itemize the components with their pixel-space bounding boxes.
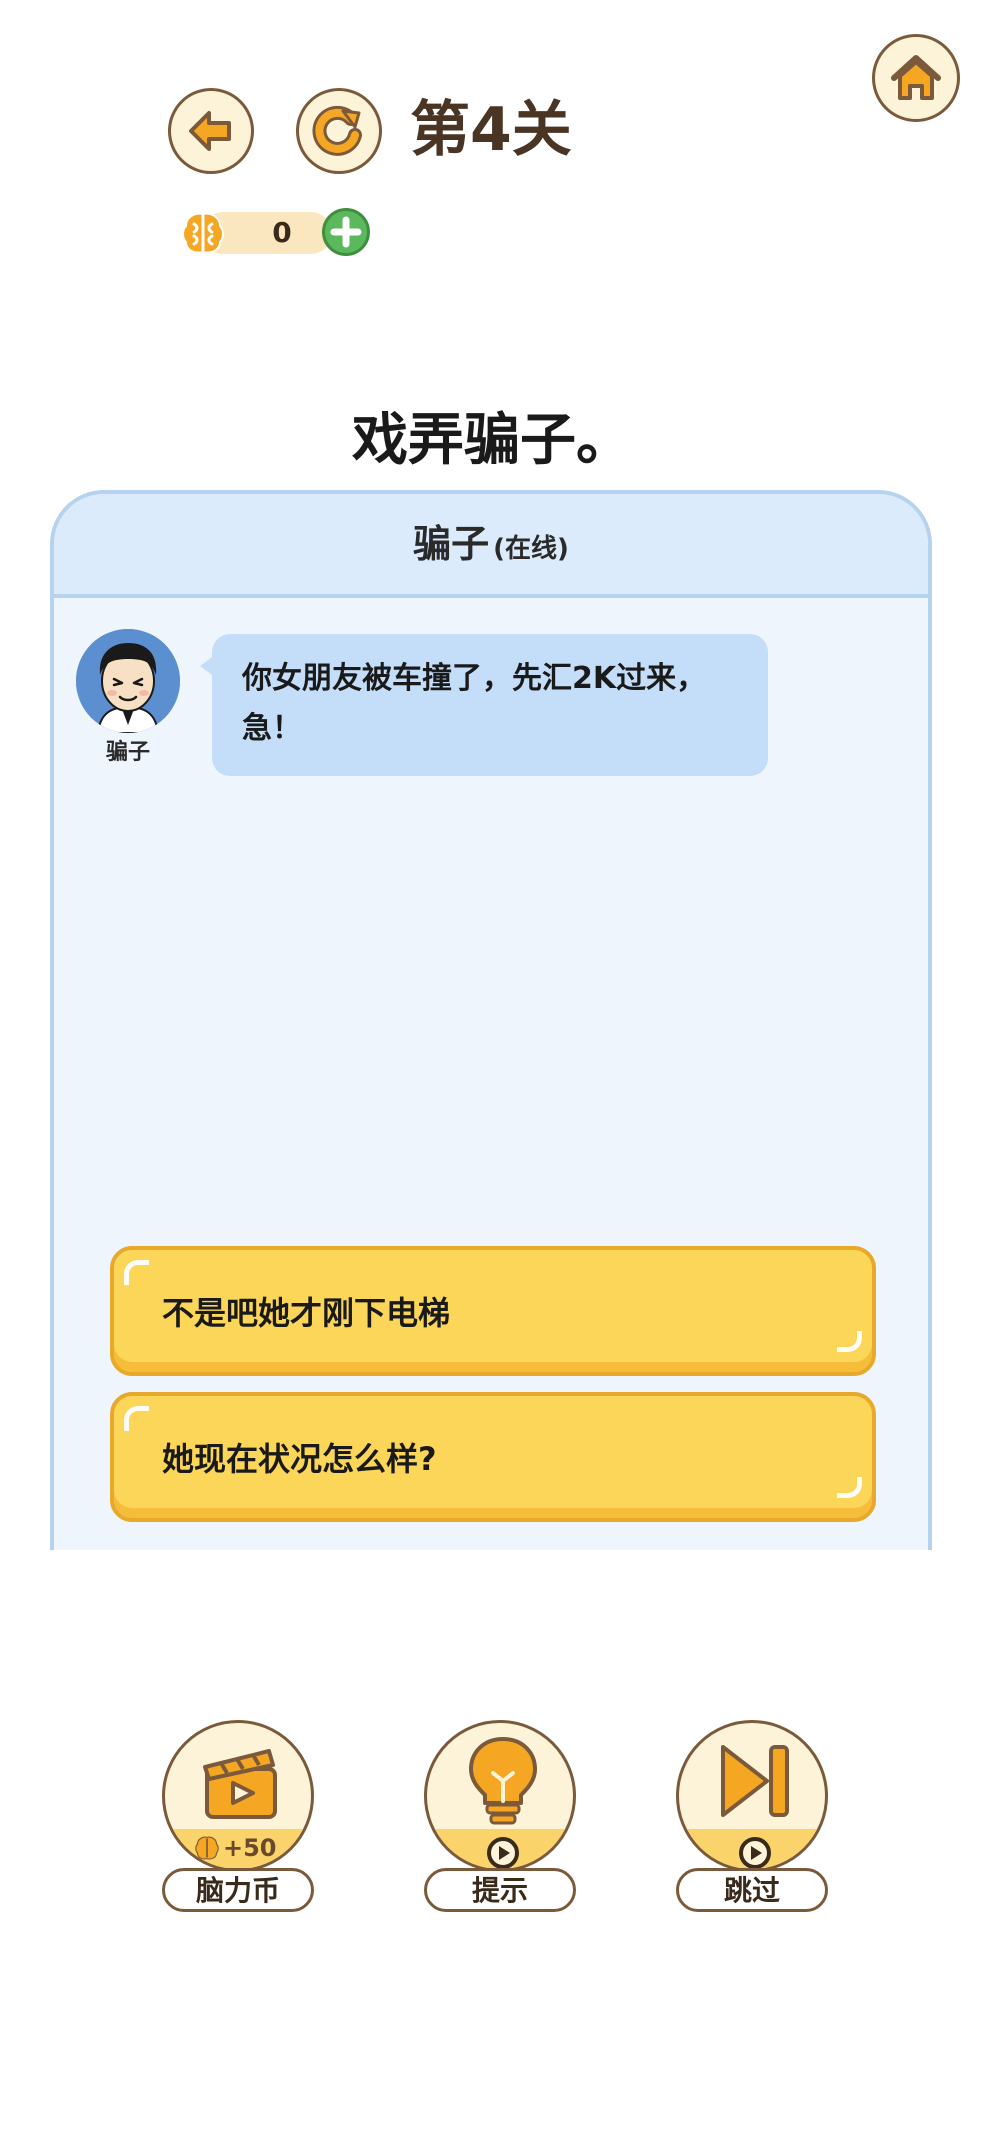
level-question: 戏弄骗子。 [352,408,632,473]
reward-value: +50 [223,1834,277,1862]
answer-option-label: 不是吧她才刚下电梯 [162,1294,451,1332]
earn-coin-button[interactable]: +50 脑力币 [162,1720,314,1912]
lightbulb-icon [469,1737,537,1825]
play-icon [487,1837,519,1869]
skip-circle [676,1720,828,1872]
message-bubble: 你女朋友被车撞了，先汇2K过来，急！ [212,634,768,776]
option-shine [124,1406,149,1431]
chat-panel: 骗子 (在线) 骗子 你女朋友被车撞了，先汇2K过来，急！ 不是吧她才刚下电梯 她… [50,490,932,1550]
restart-button[interactable] [296,88,382,174]
level-title: 第4关 [410,95,572,165]
back-button[interactable] [168,88,254,174]
plus-icon [330,216,362,248]
add-coin-button[interactable] [322,208,370,256]
video-clapper-icon [203,1749,277,1819]
earn-coin-circle: +50 [162,1720,314,1872]
brain-icon [195,1836,219,1860]
chat-contact-status: (在线) [493,534,569,564]
brain-coin-value: 0 [272,216,292,249]
message-sender-name: 骗子 [105,740,150,765]
option-shine [124,1260,149,1285]
arrow-left-icon [189,111,231,151]
avatar-face-icon [76,629,180,733]
chat-contact-name: 骗子 [413,522,490,566]
chat-header: 骗子 (在线) [54,494,928,598]
play-icon [739,1837,771,1869]
hint-button[interactable]: 提示 [424,1720,576,1912]
home-icon [891,55,941,100]
reward-label: +50 [193,1833,277,1863]
hint-label: 提示 [424,1868,576,1912]
brain-icon [182,212,224,254]
option-shine [837,1331,862,1352]
answer-option-1[interactable]: 不是吧她才刚下电梯 [110,1246,876,1376]
earn-coin-label: 脑力币 [162,1868,314,1912]
skip-button[interactable]: 跳过 [676,1720,828,1912]
option-shine [837,1477,862,1498]
skip-forward-icon [721,1745,789,1817]
home-button[interactable] [872,34,960,122]
answer-option-2[interactable]: 她现在状况怎么样? [110,1392,876,1522]
answer-option-label: 她现在状况怎么样? [162,1440,437,1478]
restart-icon [312,105,362,156]
brain-coin-counter: 0 [178,208,370,256]
hint-circle [424,1720,576,1872]
scammer-avatar [76,629,180,733]
skip-label: 跳过 [676,1868,828,1912]
